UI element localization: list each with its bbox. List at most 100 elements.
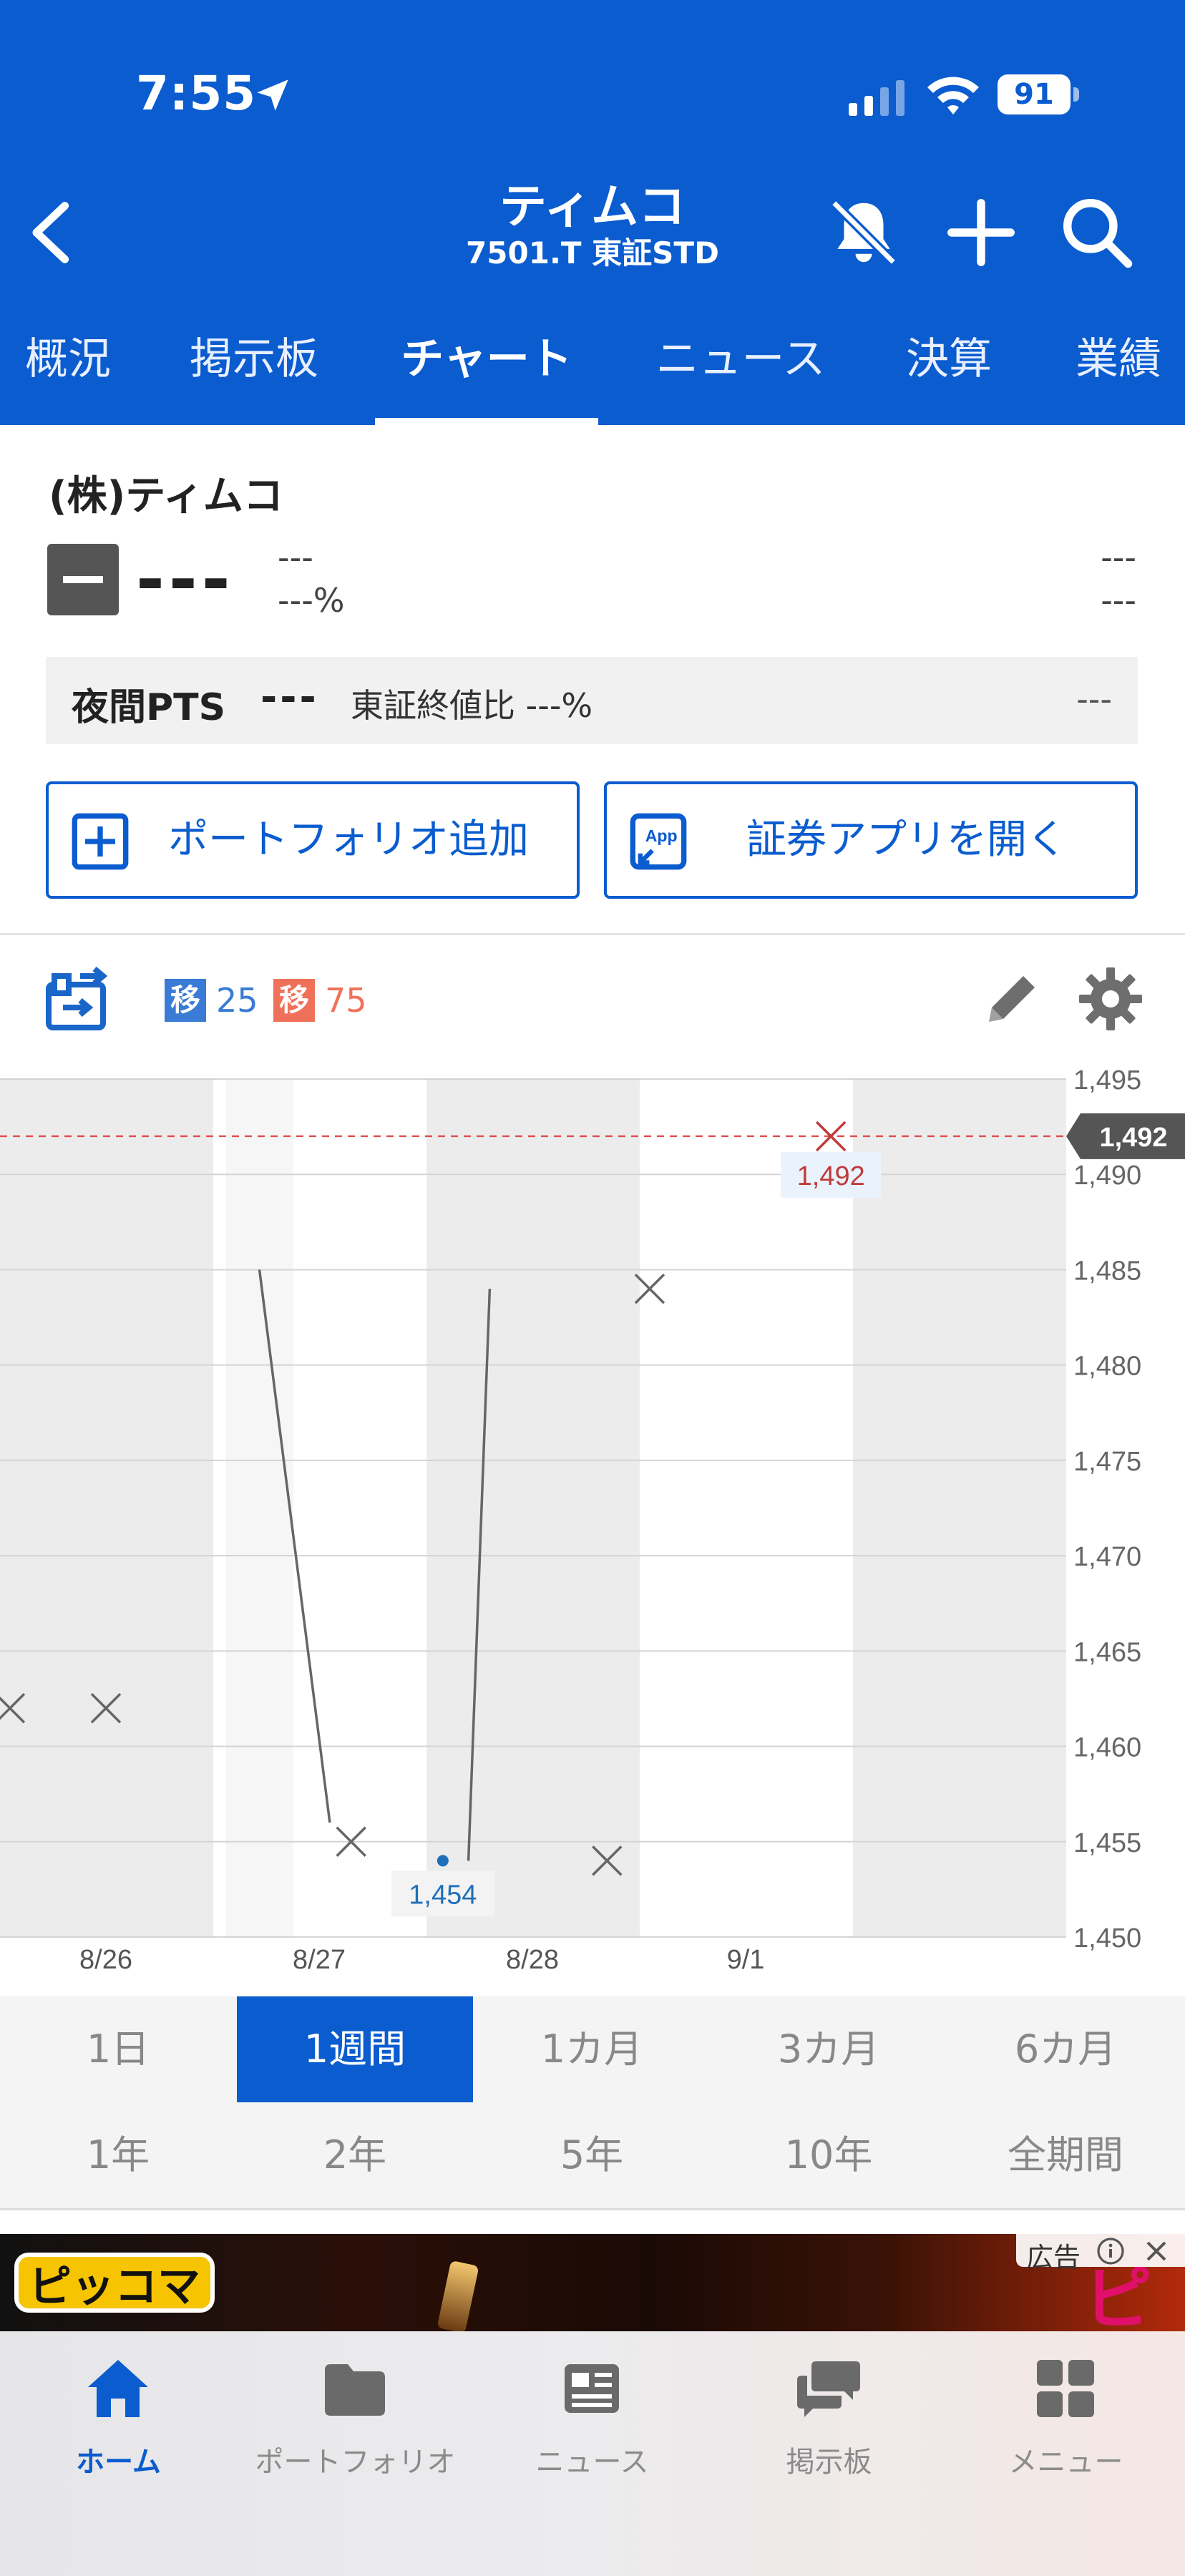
ma-long-tag[interactable]: 移 [273, 979, 315, 1022]
period-10y[interactable]: 10年 [711, 2102, 947, 2208]
close-icon[interactable] [1142, 2237, 1171, 2265]
ad-corner-text: ピ [1083, 2259, 1152, 2331]
tab-bar: 概況 掲示板 チャート ニュース 決算 業績 [0, 323, 1185, 425]
y-tick-label: 1,465 [1073, 1637, 1141, 1667]
current-price-label: 1,492 [1099, 1123, 1167, 1153]
ad-image [437, 2260, 479, 2331]
price-chart[interactable]: 1,495 1,490 1,485 1,480 1,475 1,470 1,465 1,460… [0, 1066, 1185, 1975]
chart-switch-icon[interactable] [40, 965, 114, 1039]
pts-ratio: 東証終値比 ---% [351, 686, 593, 725]
y-tick-label: 1,485 [1073, 1256, 1141, 1286]
tab-board[interactable]: 掲示板 [172, 323, 336, 425]
status-time: 7:55 [136, 66, 257, 121]
chart-band-highlight [226, 1079, 293, 1937]
wifi-icon [927, 77, 979, 114]
grid-icon [1037, 2360, 1094, 2417]
home-icon [88, 2360, 148, 2417]
quote-right-top: --- [1101, 538, 1136, 577]
nav-news-label: ニュース [535, 2446, 649, 2479]
chart-band-4 [853, 1079, 1066, 1937]
period-1d[interactable]: 1日 [0, 1996, 236, 2102]
page-title-block: ティムコ 7501.T 東証STD [386, 179, 799, 272]
period-3m[interactable]: 3カ月 [711, 1996, 947, 2102]
change-indicator-box [47, 544, 119, 615]
pts-right-value: --- [1076, 680, 1112, 718]
location-arrow-icon [257, 79, 288, 111]
ad-banner[interactable]: ピッコマ ピ 広告 [0, 2234, 1185, 2331]
period-1w[interactable]: 1週間 [237, 1996, 473, 2102]
high-label: 1,492 [797, 1161, 865, 1191]
nav-home[interactable]: ホーム [0, 2331, 237, 2576]
section-divider [0, 933, 1185, 935]
battery-indicator: 91 [998, 74, 1079, 114]
ma-short-value: 25 [216, 981, 258, 1020]
nav-board-label: 掲示板 [786, 2446, 872, 2479]
ma-short-tag[interactable]: 移 [165, 979, 206, 1022]
period-1m[interactable]: 1カ月 [474, 1996, 710, 2102]
app-open-icon: App [630, 813, 687, 870]
app-header: 7:55 91 ティムコ 7501.T 東証STD 概況 掲示板 チャート ニュ… [0, 0, 1185, 425]
cell-signal-icon [849, 80, 904, 116]
nav-board[interactable]: 掲示板 [711, 2331, 947, 2576]
tab-chart[interactable]: チャート [375, 323, 598, 425]
ticker-subtitle: 7501.T 東証STD [466, 235, 719, 270]
y-tick-label: 1,480 [1073, 1352, 1141, 1382]
chart-band-0 [0, 1079, 213, 1937]
nav-news[interactable]: ニュース [474, 2331, 711, 2576]
period-5y[interactable]: 5年 [474, 2102, 710, 2208]
price-change-pct: ---% [278, 581, 345, 620]
info-icon[interactable] [1096, 2237, 1125, 2265]
nav-menu[interactable]: メニュー [947, 2331, 1184, 2576]
ad-label: 広告 [1026, 2242, 1081, 2273]
period-6m[interactable]: 6カ月 [947, 1996, 1184, 2102]
y-tick-label: 1,450 [1073, 1923, 1141, 1953]
pts-label: 夜間PTS [72, 686, 226, 729]
x-tick-label: 8/26 [79, 1945, 132, 1975]
battery-level: 91 [998, 74, 1071, 114]
add-portfolio-label: ポートフォリオ追加 [168, 816, 529, 863]
period-selector: 1日 1週間 1カ月 3カ月 6カ月 1年 2年 5年 10年 全期間 [0, 1996, 1185, 2208]
price-change: --- [278, 538, 313, 577]
period-2y[interactable]: 2年 [237, 2102, 473, 2208]
tab-overview[interactable]: 概況 [0, 323, 136, 425]
plus-square-icon [72, 813, 129, 870]
tab-earnings[interactable]: 決算 [884, 323, 1013, 425]
tab-news[interactable]: ニュース [637, 323, 844, 425]
back-button[interactable] [20, 193, 84, 272]
pts-bar: 夜間PTS --- 東証終値比 ---% --- [46, 657, 1138, 744]
period-all[interactable]: 全期間 [947, 2102, 1184, 2208]
y-tick-label: 1,460 [1073, 1733, 1141, 1763]
nav-home-label: ホーム [76, 2446, 161, 2479]
chat-icon [797, 2361, 860, 2417]
battery-tip [1073, 87, 1079, 102]
chart-band-3 [640, 1079, 853, 1937]
quote-right-bottom: --- [1101, 581, 1136, 620]
x-tick-label: 8/27 [293, 1945, 346, 1975]
bottom-nav: ホーム ポートフォリオ ニュース 掲示板 メニュー [0, 2331, 1185, 2576]
plus-icon[interactable] [942, 193, 1020, 272]
chart-band-2 [426, 1079, 640, 1937]
y-tick-label: 1,490 [1073, 1161, 1141, 1191]
x-tick-label: 8/28 [506, 1945, 559, 1975]
y-tick-label: 1,470 [1073, 1542, 1141, 1572]
tab-performance[interactable]: 業績 [1052, 323, 1185, 425]
low-label: 1,454 [409, 1880, 477, 1910]
pencil-icon[interactable] [977, 965, 1046, 1033]
add-portfolio-button[interactable]: ポートフォリオ追加 [46, 781, 580, 899]
gear-icon[interactable] [1076, 965, 1145, 1033]
app-icon-text: App [645, 826, 678, 845]
bell-off-icon[interactable] [824, 193, 903, 272]
ma-long-value: 75 [325, 981, 367, 1020]
period-1y[interactable]: 1年 [0, 2102, 236, 2208]
x-tick-label: 9/1 [727, 1945, 765, 1975]
open-app-label: 証券アプリを開く [746, 816, 1067, 863]
open-app-button[interactable]: App 証券アプリを開く [604, 781, 1138, 899]
search-icon[interactable] [1058, 193, 1136, 272]
y-tick-label: 1,455 [1073, 1828, 1141, 1858]
ad-badge: 広告 [1016, 2234, 1185, 2273]
period-divider [0, 2208, 1185, 2210]
y-tick-label: 1,495 [1073, 1066, 1141, 1096]
folder-icon [325, 2364, 385, 2416]
low-point [437, 1855, 449, 1867]
nav-portfolio[interactable]: ポートフォリオ [237, 2331, 474, 2576]
